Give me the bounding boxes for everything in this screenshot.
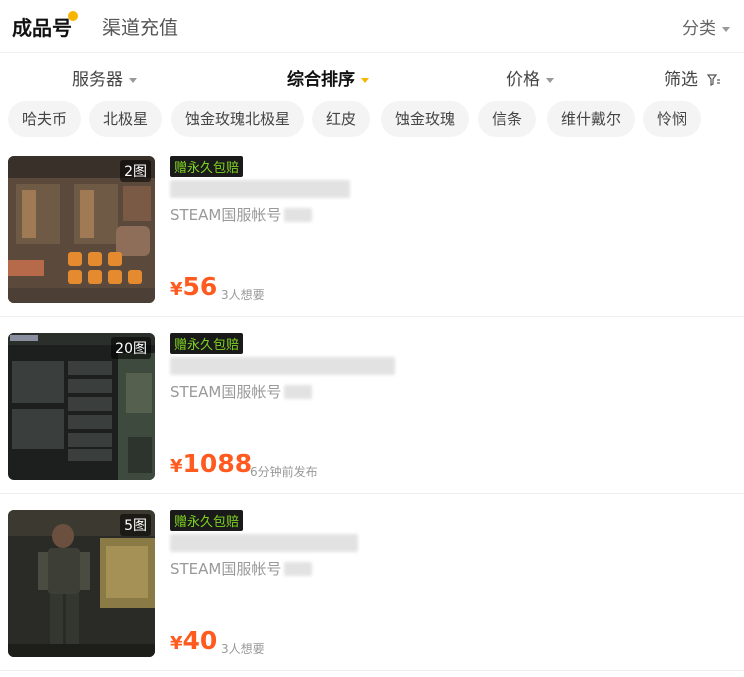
price-currency: ¥: [170, 633, 183, 654]
sort-composite[interactable]: 综合排序: [287, 65, 369, 90]
chip-xintiao[interactable]: 信条: [478, 101, 537, 137]
category-label: 分类: [682, 19, 716, 39]
tag-chip-row: 哈夫币 北极星 蚀金玫瑰北极星 红皮 蚀金玫瑰 信条 维什戴尔 怜悯: [0, 101, 744, 137]
chevron-down-icon: [722, 26, 730, 32]
listing-price: ¥1088: [170, 449, 252, 478]
price-currency: ¥: [170, 456, 183, 477]
chevron-down-icon: [361, 77, 369, 83]
listing-meta: 6分钟前发布: [250, 465, 318, 479]
sort-server[interactable]: 服务器: [72, 65, 137, 90]
listing-meta: 3人想要: [221, 288, 265, 302]
top-tab-bar: 成品号 渠道充值 分类: [0, 0, 744, 53]
price-currency: ¥: [170, 279, 183, 300]
tab-channel-recharge[interactable]: 渠道充值: [102, 13, 178, 40]
chip-weishidaier[interactable]: 维什戴尔: [547, 101, 636, 137]
chevron-down-icon: [129, 77, 137, 83]
image-count-badge: 20图: [111, 337, 151, 359]
chip-beijixing[interactable]: 北极星: [89, 101, 163, 137]
price-value: 1088: [182, 449, 253, 478]
blurred-text: [284, 562, 312, 576]
compensation-badge: 赠永久包赔: [170, 333, 244, 354]
listing-item[interactable]: 20图 赠永久包赔 STEAM国服帐号 ¥1088 6分钟前发布: [0, 333, 744, 494]
blurred-title: [170, 534, 358, 552]
blurred-title: [170, 357, 395, 375]
listing-meta: 3人想要: [221, 642, 265, 656]
chip-shijin-beijixing[interactable]: 蚀金玫瑰北极星: [171, 101, 305, 137]
sort-server-label: 服务器: [72, 70, 123, 90]
listing-platform: STEAM国服帐号: [170, 560, 282, 578]
filter-icon: [707, 74, 721, 86]
active-tab-dot-icon: [68, 11, 78, 21]
blurred-title: [170, 180, 350, 198]
listing-platform: STEAM国服帐号: [170, 383, 282, 401]
chip-lianmin[interactable]: 怜悯: [643, 101, 702, 137]
listing-platform: STEAM国服帐号: [170, 206, 282, 224]
listing-item[interactable]: 5图 赠永久包赔 STEAM国服帐号 ¥40 3人想要: [0, 510, 744, 671]
listing-price: ¥56: [170, 272, 217, 301]
listing-thumbnail[interactable]: 20图: [8, 333, 155, 480]
compensation-badge: 赠永久包赔: [170, 510, 244, 531]
sort-price-label: 价格: [506, 70, 540, 90]
listing-thumbnail[interactable]: 5图: [8, 510, 155, 657]
image-count-badge: 5图: [120, 514, 151, 536]
listing-thumbnail[interactable]: 2图: [8, 156, 155, 303]
category-dropdown[interactable]: 分类: [682, 14, 730, 39]
listing-item[interactable]: 2图 赠永久包赔 STEAM国服帐号 ¥56 3人想要: [0, 156, 744, 317]
blurred-text: [284, 385, 312, 399]
price-value: 40: [182, 626, 218, 655]
image-count-badge: 2图: [120, 160, 151, 182]
sort-bar: 服务器 综合排序 价格 筛选: [0, 53, 744, 97]
sort-price[interactable]: 价格: [506, 65, 554, 90]
chip-shijin-meigui[interactable]: 蚀金玫瑰: [381, 101, 470, 137]
compensation-badge: 赠永久包赔: [170, 156, 244, 177]
chip-hafubi[interactable]: 哈夫币: [8, 101, 82, 137]
filter-label: 筛选: [664, 70, 698, 90]
filter-button[interactable]: 筛选: [664, 65, 721, 90]
listing-price: ¥40: [170, 626, 217, 655]
chevron-down-icon: [546, 77, 554, 83]
price-value: 56: [182, 272, 218, 301]
tab-finished-accounts[interactable]: 成品号: [12, 12, 72, 41]
chip-hongpi[interactable]: 红皮: [312, 101, 371, 137]
blurred-text: [284, 208, 312, 222]
sort-composite-label: 综合排序: [287, 70, 355, 90]
